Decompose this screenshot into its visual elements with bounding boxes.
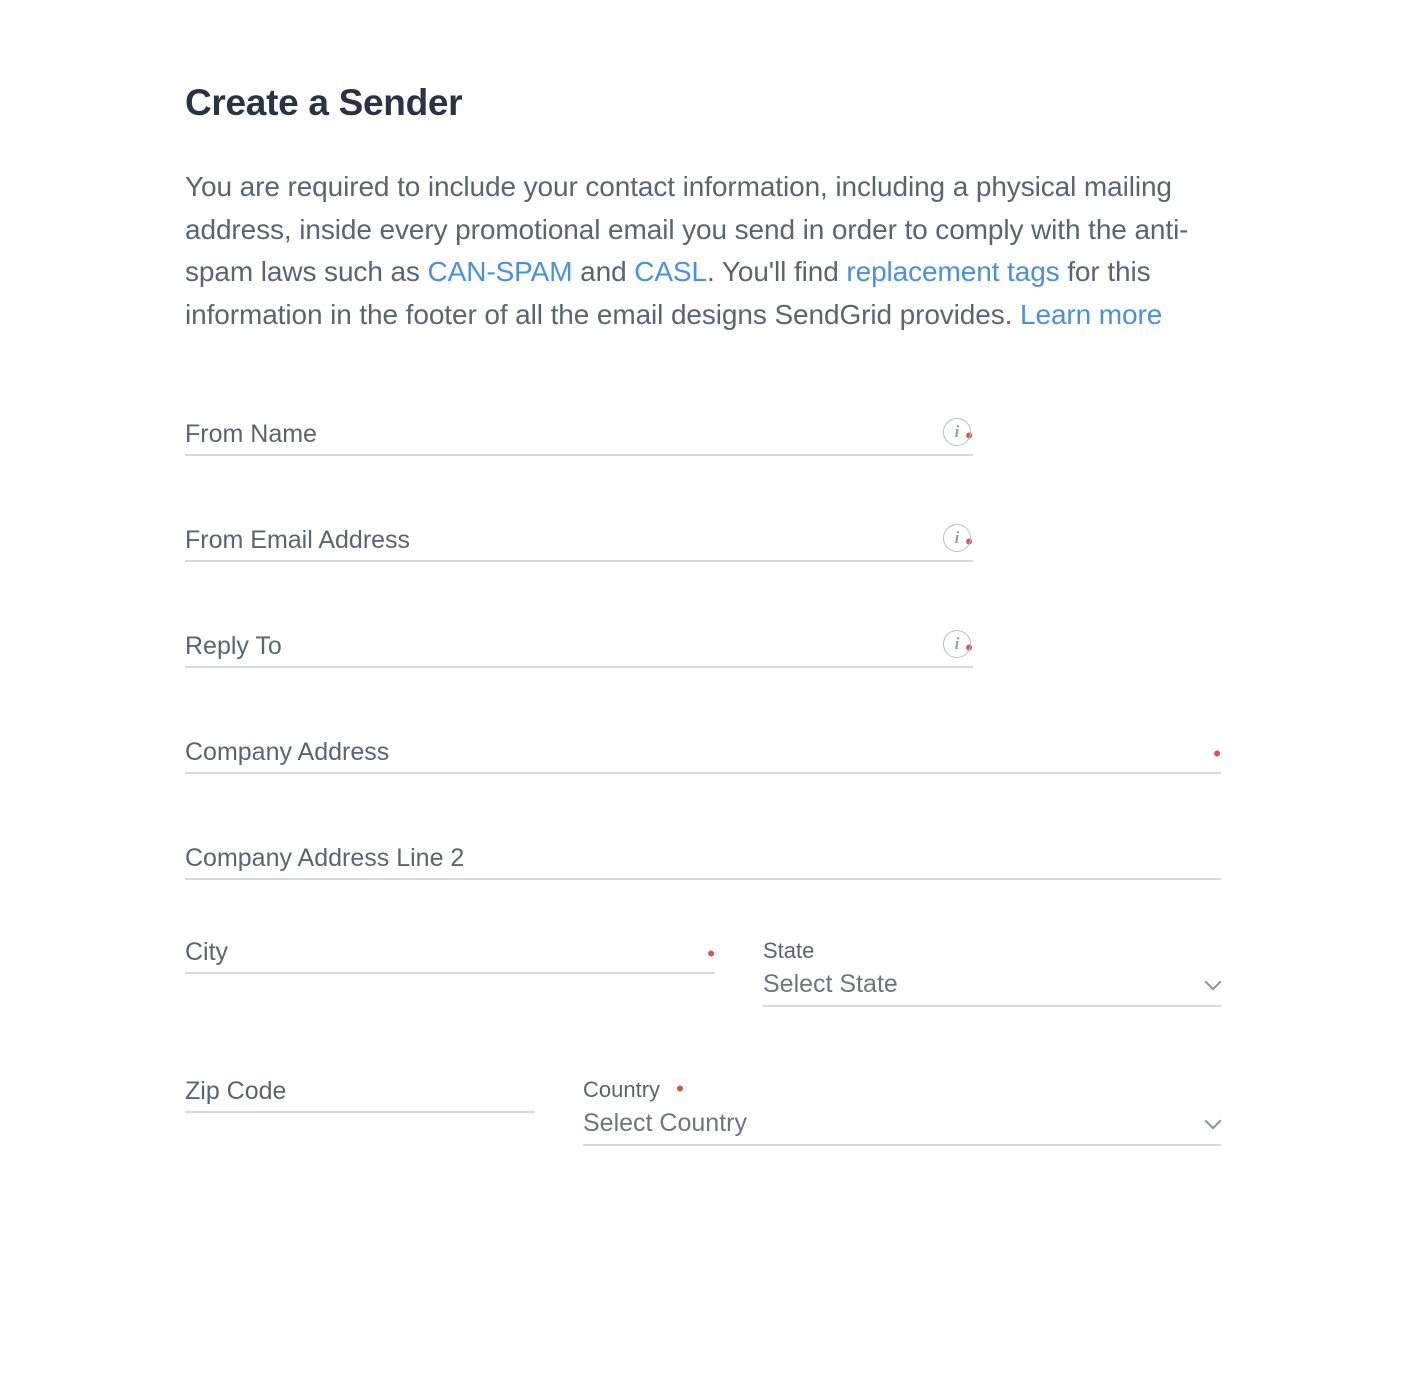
required-indicator: • <box>676 1076 684 1101</box>
required-indicator: • <box>707 941 715 967</box>
field-city: City • <box>185 938 715 1007</box>
info-icon[interactable] <box>943 630 971 658</box>
country-select[interactable]: Select Country <box>583 1109 1221 1146</box>
reply-to-label: Reply To <box>185 632 955 662</box>
country-select-value: Select Country <box>583 1109 1207 1138</box>
link-learn-more[interactable]: Learn more <box>1020 299 1162 330</box>
country-label: Country <box>583 1077 660 1102</box>
description-text: You are required to include your contact… <box>185 166 1221 336</box>
zip-label: Zip Code <box>185 1077 535 1107</box>
company-address-2-label: Company Address Line 2 <box>185 844 1221 874</box>
desc-part3: . You'll find <box>707 256 846 287</box>
field-from-name: From Name • <box>185 420 973 456</box>
page-title: Create a Sender <box>185 82 1221 124</box>
from-email-label: From Email Address <box>185 526 955 556</box>
chevron-down-icon <box>1207 1117 1221 1131</box>
state-label: State <box>763 938 1221 964</box>
city-label: City <box>185 938 697 968</box>
state-select[interactable]: Select State <box>763 970 1221 1007</box>
field-company-address: Company Address • <box>185 738 1221 774</box>
field-country: Country • Select Country <box>583 1077 1221 1146</box>
field-zip: Zip Code <box>185 1077 535 1146</box>
company-address-label: Company Address <box>185 738 1203 768</box>
link-can-spam[interactable]: CAN-SPAM <box>428 256 573 287</box>
info-icon[interactable] <box>943 418 971 446</box>
required-indicator: • <box>1213 741 1221 767</box>
info-icon[interactable] <box>943 524 971 552</box>
chevron-down-icon <box>1207 978 1221 992</box>
from-name-label: From Name <box>185 420 955 450</box>
field-state: State Select State <box>763 938 1221 1007</box>
create-sender-form: From Name • From Email Address • Reply T… <box>185 420 1221 1146</box>
field-from-email: From Email Address • <box>185 526 973 562</box>
link-casl[interactable]: CASL <box>634 256 707 287</box>
state-select-value: Select State <box>763 970 1207 999</box>
desc-part2: and <box>572 256 634 287</box>
link-replacement-tags[interactable]: replacement tags <box>846 256 1059 287</box>
field-reply-to: Reply To • <box>185 632 973 668</box>
field-company-address-2: Company Address Line 2 <box>185 844 1221 880</box>
